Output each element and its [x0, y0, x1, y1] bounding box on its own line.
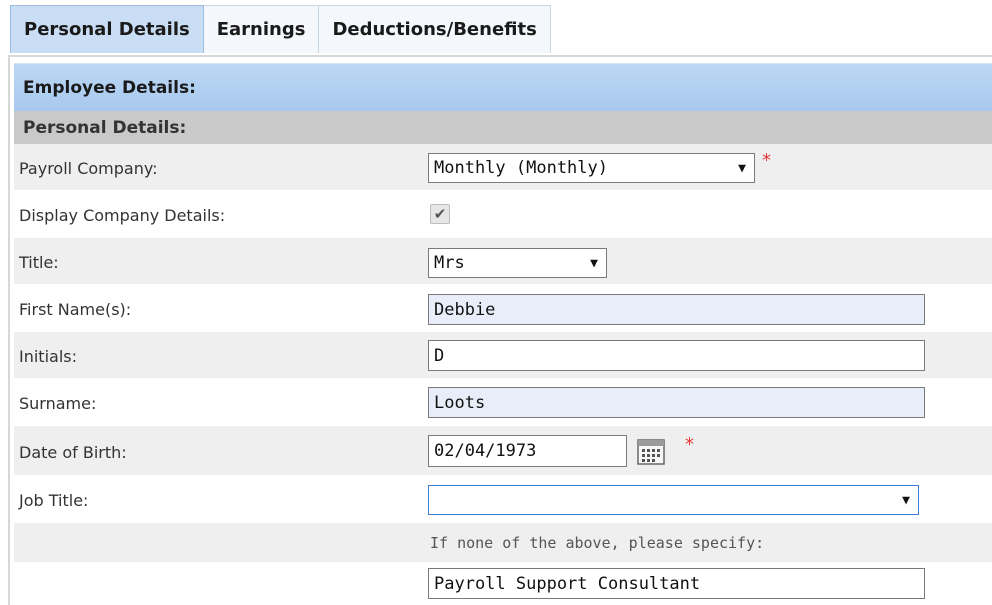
- employee-details-header: Employee Details:: [14, 63, 992, 111]
- row-surname: Surname: Loots: [14, 379, 992, 426]
- surname-label: Surname:: [19, 394, 97, 413]
- first-name-label: First Name(s):: [19, 300, 132, 319]
- chevron-down-icon: ▼: [902, 492, 910, 508]
- row-title: Title: Mrs ▼: [14, 238, 992, 285]
- personal-details-section-title: Personal Details:: [23, 117, 187, 138]
- job-title-select[interactable]: ▼: [428, 485, 919, 515]
- row-display-company: Display Company Details: ✔: [14, 191, 992, 238]
- tab-bar: Personal Details Earnings Deductions/Ben…: [10, 5, 551, 55]
- display-company-label: Display Company Details:: [19, 206, 226, 225]
- tab-deductions-benefits[interactable]: Deductions/Benefits: [319, 5, 551, 53]
- first-name-value: Debbie: [434, 299, 496, 320]
- row-date-of-birth: Date of Birth: 02/04/1973 *: [14, 426, 992, 476]
- row-job-hint: If none of the above, please specify:: [14, 523, 992, 563]
- surname-value: Loots: [434, 392, 486, 413]
- payroll-company-value: Monthly (Monthly): [434, 158, 608, 178]
- display-company-checkbox[interactable]: ✔: [430, 204, 450, 224]
- required-asterisk: *: [762, 150, 771, 171]
- initials-input[interactable]: D: [428, 340, 925, 371]
- dob-label: Date of Birth:: [19, 443, 127, 462]
- calendar-icon[interactable]: [637, 437, 665, 465]
- job-specify-value: Payroll Support Consultant: [434, 573, 701, 594]
- checkmark-icon: ✔: [433, 205, 447, 223]
- title-value: Mrs: [434, 253, 465, 273]
- job-title-specify-input[interactable]: Payroll Support Consultant: [428, 568, 925, 599]
- title-select[interactable]: Mrs ▼: [428, 248, 607, 278]
- initials-label: Initials:: [19, 347, 77, 366]
- row-job-title: Job Title: ▼: [14, 476, 992, 523]
- first-name-input[interactable]: Debbie: [428, 294, 925, 325]
- dob-input[interactable]: 02/04/1973: [428, 435, 627, 467]
- row-initials: Initials: D: [14, 332, 992, 379]
- panel-top-border: [10, 55, 992, 57]
- row-job-specify: Payroll Support Consultant: [14, 563, 992, 605]
- row-payroll-company: Payroll Company: Monthly (Monthly) ▼ *: [14, 144, 992, 191]
- initials-value: D: [434, 345, 445, 366]
- dob-value: 02/04/1973: [434, 441, 537, 461]
- chevron-down-icon: ▼: [590, 255, 598, 271]
- required-asterisk: *: [685, 434, 694, 455]
- tab-earnings[interactable]: Earnings: [203, 5, 320, 53]
- payroll-company-label: Payroll Company:: [19, 159, 158, 178]
- panel-left-border: [8, 55, 10, 605]
- tab-personal-details[interactable]: Personal Details: [10, 5, 204, 53]
- title-label: Title:: [19, 253, 59, 272]
- chevron-down-icon: ▼: [738, 160, 746, 176]
- surname-input[interactable]: Loots: [428, 387, 925, 418]
- job-title-hint: If none of the above, please specify:: [430, 534, 765, 552]
- row-first-name: First Name(s): Debbie: [14, 285, 992, 332]
- personal-details-section-header: Personal Details:: [14, 111, 992, 144]
- employee-details-title: Employee Details:: [23, 77, 196, 98]
- payroll-company-select[interactable]: Monthly (Monthly) ▼: [428, 153, 755, 183]
- job-title-label: Job Title:: [19, 491, 89, 510]
